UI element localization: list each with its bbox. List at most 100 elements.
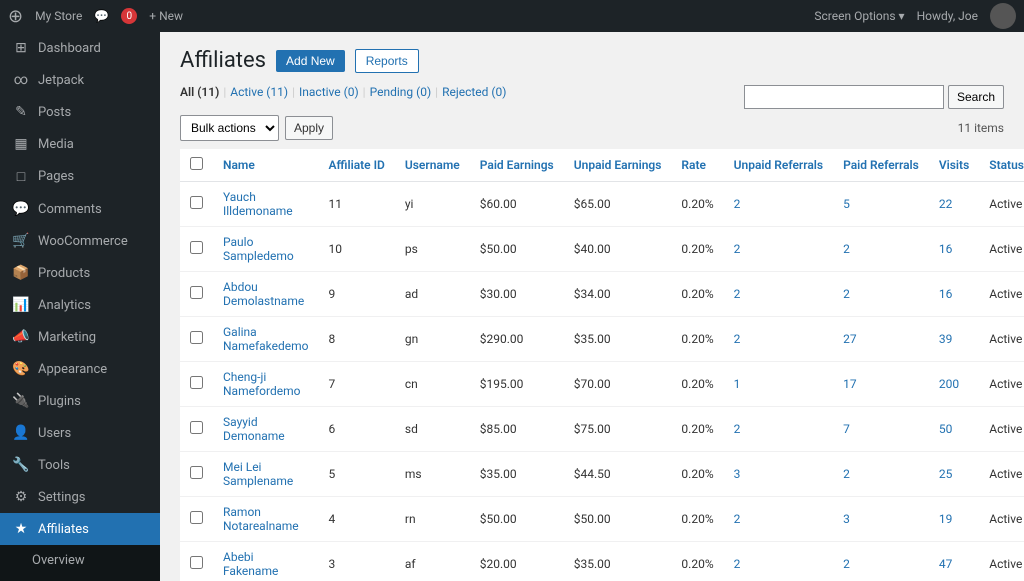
- filter-tab-all[interactable]: All (11): [180, 85, 219, 99]
- rate-cell-1: 0.20%: [671, 227, 723, 272]
- unpaid-earnings-cell-0: $65.00: [564, 182, 672, 227]
- col-header-status: Status: [979, 149, 1024, 182]
- bulk-actions-select[interactable]: Bulk actions: [180, 115, 279, 141]
- affiliate-name-link-7[interactable]: Ramon Notarealname: [223, 505, 299, 533]
- submenu-item-label: Overview: [32, 553, 85, 568]
- col-header-visits: Visits: [929, 149, 979, 182]
- filter-tab-active[interactable]: Active (11): [230, 85, 288, 99]
- unpaid-earnings-cell-4: $70.00: [564, 362, 672, 407]
- visits-cell-6: 25: [929, 452, 979, 497]
- comments-icon: 💬: [12, 201, 30, 217]
- unpaid-earnings-cell-1: $40.00: [564, 227, 672, 272]
- page-title: Affiliates: [180, 48, 266, 73]
- sidebar-item-products[interactable]: 📦Products: [0, 257, 160, 289]
- sidebar-item-pages[interactable]: □Pages: [0, 160, 160, 193]
- paid-earnings-cell-8: $20.00: [470, 542, 564, 581]
- affiliate-name-link-6[interactable]: Mei Lei Samplename: [223, 460, 293, 488]
- new-item-button[interactable]: + New: [149, 9, 183, 23]
- col-header-name[interactable]: Name: [213, 149, 319, 182]
- user-avatar[interactable]: [990, 3, 1016, 29]
- site-name[interactable]: My Store: [35, 9, 82, 23]
- sidebar-item-users[interactable]: 👤Users: [0, 417, 160, 449]
- search-button[interactable]: Search: [948, 85, 1004, 109]
- sidebar-item-label: Media: [38, 137, 74, 152]
- row-checkbox-0[interactable]: [190, 196, 203, 209]
- affiliates-icon: ★: [12, 521, 30, 537]
- row-checkbox-7[interactable]: [190, 511, 203, 524]
- row-checkbox-4[interactable]: [190, 376, 203, 389]
- sidebar: ⊞Dashboard∞Jetpack✎Posts ▦ Media □Pages💬Com…: [0, 32, 160, 581]
- row-checkbox-6[interactable]: [190, 466, 203, 479]
- sidebar-item-woocommerce[interactable]: 🛒WooCommerce: [0, 225, 160, 257]
- sidebar-item-plugins[interactable]: 🔌Plugins: [0, 385, 160, 417]
- sidebar-item-appearance[interactable]: 🎨Appearance: [0, 353, 160, 385]
- sidebar-item-label: Pages: [38, 169, 74, 184]
- paid-referrals-cell-3: 27: [833, 317, 929, 362]
- select-all-checkbox[interactable]: [190, 157, 203, 170]
- tools-icon: 🔧: [12, 457, 30, 473]
- sidebar-item-tools[interactable]: 🔧Tools: [0, 449, 160, 481]
- affiliate-name-link-4[interactable]: Cheng-ji Namefordemo: [223, 370, 300, 398]
- visits-cell-3: 39: [929, 317, 979, 362]
- sidebar-item-analytics[interactable]: 📊Analytics: [0, 289, 160, 321]
- sidebar-item-comments[interactable]: 💬Comments: [0, 193, 160, 225]
- search-input[interactable]: [744, 85, 944, 109]
- filter-tab-rejected[interactable]: Rejected (0): [442, 85, 506, 99]
- table-row: Galina Namefakedemo 8 gn $290.00 $35.00 …: [180, 317, 1024, 362]
- username-cell-4: cn: [395, 362, 470, 407]
- affiliate-name-link-5[interactable]: Sayyid Demoname: [223, 415, 285, 443]
- row-checkbox-8[interactable]: [190, 556, 203, 569]
- wp-logo-icon[interactable]: ⊕: [8, 6, 23, 27]
- rate-cell-8: 0.20%: [671, 542, 723, 581]
- filter-sep: |: [292, 85, 295, 99]
- sidebar-item-label: Posts: [38, 105, 71, 120]
- sidebar-item-settings[interactable]: ⚙Settings: [0, 481, 160, 513]
- affiliate-id-cell-6: 5: [319, 452, 395, 497]
- col-header-paid-earnings: Paid Earnings: [470, 149, 564, 182]
- reports-button[interactable]: Reports: [355, 49, 419, 73]
- affiliate-id-cell-2: 9: [319, 272, 395, 317]
- media-icon: ▦: [12, 136, 30, 152]
- affiliate-name-link-3[interactable]: Galina Namefakedemo: [223, 325, 309, 353]
- row-checkbox-3[interactable]: [190, 331, 203, 344]
- affiliate-name-link-2[interactable]: Abdou Demolastname: [223, 280, 304, 308]
- status-cell-8: Active: [979, 542, 1024, 581]
- sidebar-item-label: Jetpack: [38, 73, 84, 88]
- affiliate-name-link-8[interactable]: Abebi Fakename: [223, 550, 278, 578]
- sidebar-item-label: Analytics: [38, 298, 91, 313]
- sidebar-item-label: Affiliates: [38, 522, 89, 537]
- filter-tab-inactive[interactable]: Inactive (0): [299, 85, 359, 99]
- sidebar-item-posts[interactable]: ✎Posts: [0, 96, 160, 128]
- filter-tab-pending[interactable]: Pending (0): [370, 85, 432, 99]
- paid-referrals-cell-7: 3: [833, 497, 929, 542]
- apply-button[interactable]: Apply: [285, 116, 333, 140]
- products-icon: 📦: [12, 265, 30, 281]
- affiliate-name-link-1[interactable]: Paulo Sampledemo: [223, 235, 294, 263]
- unpaid-earnings-cell-5: $75.00: [564, 407, 672, 452]
- comments-icon[interactable]: 💬: [94, 9, 109, 23]
- settings-icon: ⚙: [12, 489, 30, 505]
- submenu-item-overview[interactable]: Overview: [0, 545, 160, 576]
- add-new-button[interactable]: Add New: [276, 50, 345, 72]
- status-cell-6: Active: [979, 452, 1024, 497]
- sidebar-item-jetpack[interactable]: ∞Jetpack: [0, 64, 160, 96]
- sidebar-item-media[interactable]: ▦ Media: [0, 128, 160, 160]
- unpaid-referrals-cell-4: 1: [724, 362, 833, 407]
- submenu-item-affiliates-sub[interactable]: Affiliates: [0, 576, 160, 581]
- affiliate-id-cell-0: 11: [319, 182, 395, 227]
- screen-options-button[interactable]: Screen Options ▾: [814, 9, 904, 23]
- sidebar-item-marketing[interactable]: 📣Marketing: [0, 321, 160, 353]
- status-cell-2: Active: [979, 272, 1024, 317]
- row-checkbox-2[interactable]: [190, 286, 203, 299]
- paid-earnings-cell-5: $85.00: [470, 407, 564, 452]
- col-header-username: Username: [395, 149, 470, 182]
- paid-referrals-cell-4: 17: [833, 362, 929, 407]
- row-checkbox-1[interactable]: [190, 241, 203, 254]
- affiliate-name-link-0[interactable]: Yauch Illdemoname: [223, 190, 293, 218]
- sidebar-item-dashboard[interactable]: ⊞Dashboard: [0, 32, 160, 64]
- paid-referrals-cell-8: 2: [833, 542, 929, 581]
- username-cell-1: ps: [395, 227, 470, 272]
- sidebar-item-label: Appearance: [38, 362, 107, 377]
- row-checkbox-5[interactable]: [190, 421, 203, 434]
- sidebar-item-affiliates[interactable]: ★ Affiliates: [0, 513, 160, 545]
